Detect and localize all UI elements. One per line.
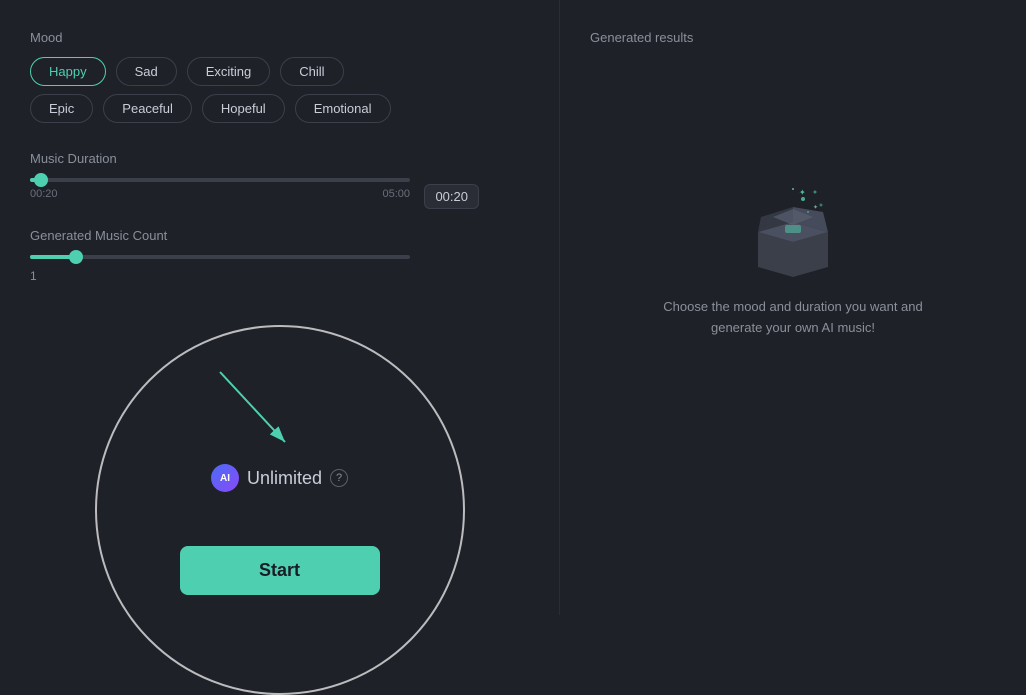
mood-row-2: Epic Peaceful Hopeful Emotional (30, 94, 529, 123)
right-panel: Generated results (560, 0, 1026, 615)
empty-box-svg: ✦ ✦ (743, 187, 843, 277)
mood-emotional[interactable]: Emotional (295, 94, 391, 123)
count-section: Generated Music Count 1 (30, 228, 529, 283)
ai-badge: AI (211, 464, 239, 492)
svg-text:✦: ✦ (799, 188, 806, 197)
empty-state: ✦ ✦ Choose the mood and duration you wan… (590, 65, 996, 461)
empty-state-text: Choose the mood and duration you want an… (653, 297, 933, 339)
mood-section: Mood Happy Sad Exciting Chill Epic Peace… (30, 30, 529, 123)
start-button[interactable]: Start (180, 546, 380, 595)
mood-row-1: Happy Sad Exciting Chill (30, 57, 529, 86)
unlimited-row: AI Unlimited ? (211, 464, 348, 492)
mood-chill[interactable]: Chill (280, 57, 343, 86)
duration-slider-thumb[interactable] (34, 173, 48, 187)
duration-min: 00:20 (30, 188, 58, 200)
count-label: Generated Music Count (30, 228, 529, 243)
generated-results-title: Generated results (590, 30, 996, 45)
bottom-area: AI Unlimited ? Start (0, 355, 559, 615)
mood-epic[interactable]: Epic (30, 94, 93, 123)
box-icon: ✦ ✦ (743, 187, 843, 277)
left-panel: Mood Happy Sad Exciting Chill Epic Peace… (0, 0, 560, 615)
mood-happy[interactable]: Happy (30, 57, 106, 86)
duration-slider-container: 00:20 (30, 178, 529, 182)
mood-peaceful[interactable]: Peaceful (103, 94, 192, 123)
count-slider-track[interactable] (30, 255, 410, 259)
mood-label: Mood (30, 30, 529, 45)
arrow-icon (200, 352, 320, 472)
svg-text:✦: ✦ (813, 204, 818, 211)
mood-sad[interactable]: Sad (116, 57, 177, 86)
count-value: 1 (30, 269, 37, 283)
mood-hopeful[interactable]: Hopeful (202, 94, 285, 123)
duration-slider-labels: 00:20 05:00 (30, 188, 410, 200)
unlimited-text: Unlimited (247, 468, 322, 489)
duration-max: 05:00 (382, 188, 410, 200)
duration-section: Music Duration 00:20 00:20 05:00 (30, 151, 529, 200)
duration-label: Music Duration (30, 151, 529, 166)
duration-slider-track[interactable] (30, 178, 410, 182)
question-icon[interactable]: ? (330, 469, 348, 487)
duration-value-box: 00:20 (424, 184, 479, 209)
arrow-container (200, 352, 320, 475)
mood-exciting[interactable]: Exciting (187, 57, 271, 86)
count-slider-thumb[interactable] (69, 250, 83, 264)
mood-grid: Happy Sad Exciting Chill Epic Peaceful H… (30, 57, 529, 123)
